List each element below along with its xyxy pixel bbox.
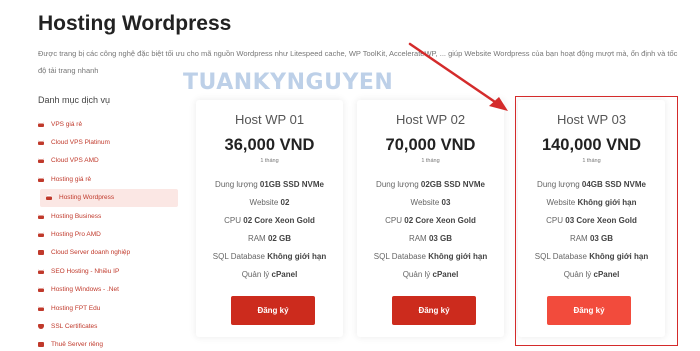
sidebar-item-label: Hosting Windows - .Net — [51, 286, 119, 294]
sidebar-item-label: SSL Certificates — [51, 322, 98, 330]
service-sidebar: Danh mục dịch vụ VPS giá rẻ Cloud VPS Pl… — [38, 95, 183, 351]
plan-period: 1 tháng — [582, 158, 601, 164]
spec-sql-database: SQL Database Không giới hạn — [534, 252, 649, 261]
spec-sql-database: SQL Database Không giới hạn — [373, 252, 488, 261]
sidebar-item-label: Cloud VPS AMD — [51, 157, 99, 165]
server-icon — [38, 213, 44, 219]
plan-name: Host WP 03 — [556, 112, 627, 127]
sidebar-item-hosting-business[interactable]: Hosting Business — [38, 207, 183, 225]
sidebar-item-hosting-gia-re[interactable]: Hosting giá rẻ — [38, 170, 183, 188]
plan-price: 140,000 VND — [541, 136, 642, 154]
spec-website: Website Không giới hạn — [546, 198, 637, 207]
sidebar-item-label: Cloud Server doanh nghiệp — [51, 249, 131, 257]
watermark-logo: TUANKYNGUYEN — [183, 70, 391, 95]
plan-specs: Dung lượng 04GB SSD NVMe Website Không g… — [518, 179, 665, 287]
page-title: Hosting Wordpress — [38, 12, 232, 35]
plan-card-wp02: Host WP 02 70,000 VND 1 tháng Dung lượng… — [357, 100, 504, 337]
server-icon — [38, 140, 44, 146]
lock-icon — [38, 342, 44, 348]
signup-button-wp03[interactable]: Đăng ký — [547, 296, 631, 325]
spec-storage: Dung lượng 02GB SSD NVMe — [376, 180, 485, 189]
sidebar-item-thue-server[interactable]: Thuê Server riêng — [38, 336, 183, 351]
sidebar-item-label: Thuê Server riêng — [51, 341, 104, 349]
plan-period: 1 tháng — [260, 158, 279, 164]
plan-specs: Dung lượng 02GB SSD NVMe Website 03 CPU … — [357, 179, 504, 287]
signup-button-wp01[interactable]: Đăng ký — [231, 296, 315, 325]
lock-icon — [38, 250, 44, 256]
sidebar-title: Danh mục dịch vụ — [38, 95, 111, 105]
plan-specs: Dung lượng 01GB SSD NVMe Website 02 CPU … — [196, 179, 343, 287]
plan-name: Host WP 01 — [234, 112, 305, 127]
sidebar-item-cloud-vps-platinum[interactable]: Cloud VPS Platinum — [38, 133, 183, 151]
server-icon — [38, 268, 44, 274]
server-icon — [38, 305, 44, 311]
spec-storage: Dung lượng 01GB SSD NVMe — [215, 180, 324, 189]
spec-cpu: CPU 03 Core Xeon Gold — [546, 216, 637, 225]
sidebar-item-label: VPS giá rẻ — [51, 120, 83, 128]
spec-storage: Dung lượng 04GB SSD NVMe — [537, 180, 646, 189]
plan-card-wp01: Host WP 01 36,000 VND 1 tháng Dung lượng… — [196, 100, 343, 337]
spec-ram: RAM 02 GB — [247, 234, 292, 243]
sidebar-list: VPS giá rẻ Cloud VPS Platinum Cloud VPS … — [38, 115, 183, 351]
server-icon — [38, 121, 44, 127]
server-icon — [38, 158, 44, 164]
server-icon — [38, 287, 44, 293]
server-icon — [38, 176, 44, 182]
sidebar-item-cloud-vps-amd[interactable]: Cloud VPS AMD — [38, 152, 183, 170]
sidebar-item-label: Cloud VPS Platinum — [51, 139, 110, 147]
sidebar-item-hosting-fpt-edu[interactable]: Hosting FPT Edu — [38, 299, 183, 317]
plan-price: 70,000 VND — [385, 136, 476, 154]
sidebar-item-label: Hosting Business — [51, 212, 102, 220]
sidebar-item-ssl-certificates[interactable]: SSL Certificates — [38, 317, 183, 335]
sidebar-item-cloud-server[interactable]: Cloud Server doanh nghiệp — [38, 244, 183, 262]
sidebar-item-hosting-windows[interactable]: Hosting Windows - .Net — [38, 281, 183, 299]
spec-cpu: CPU 02 Core Xeon Gold — [385, 216, 476, 225]
spec-website: Website 02 — [249, 198, 290, 207]
plan-name: Host WP 02 — [395, 112, 466, 127]
plan-period: 1 tháng — [421, 158, 440, 164]
spec-ram: RAM 03 GB — [408, 234, 453, 243]
plan-price: 36,000 VND — [224, 136, 315, 154]
sidebar-item-label: Hosting giá rẻ — [51, 175, 92, 183]
spec-cpu: CPU 02 Core Xeon Gold — [224, 216, 315, 225]
spec-control-panel: Quản lý cPanel — [241, 270, 298, 279]
plan-card-wp03: Host WP 03 140,000 VND 1 tháng Dung lượn… — [518, 100, 665, 337]
server-icon — [38, 232, 44, 238]
spec-control-panel: Quản lý cPanel — [563, 270, 620, 279]
spec-website: Website 03 — [410, 198, 451, 207]
signup-button-wp02[interactable]: Đăng ký — [392, 296, 476, 325]
sidebar-item-label: Hosting Wordpress — [59, 194, 115, 202]
sidebar-item-label: Hosting FPT Edu — [51, 304, 101, 312]
sidebar-item-hosting-wordpress[interactable]: Hosting Wordpress — [40, 188, 178, 207]
sidebar-item-seo-hosting[interactable]: SEO Hosting - Nhiều IP — [38, 262, 183, 280]
sidebar-item-label: SEO Hosting - Nhiều IP — [51, 267, 120, 275]
spec-sql-database: SQL Database Không giới hạn — [212, 252, 327, 261]
shield-icon — [38, 323, 44, 329]
sidebar-item-hosting-pro-amd[interactable]: Hosting Pro AMD — [38, 225, 183, 243]
sidebar-item-vps-gia-re[interactable]: VPS giá rẻ — [38, 115, 183, 133]
server-icon — [46, 195, 52, 201]
spec-ram: RAM 03 GB — [569, 234, 614, 243]
sidebar-item-label: Hosting Pro AMD — [51, 231, 101, 239]
spec-control-panel: Quản lý cPanel — [402, 270, 459, 279]
